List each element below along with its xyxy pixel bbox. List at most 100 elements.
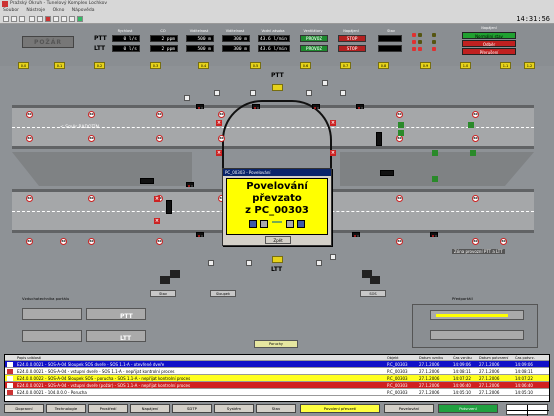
ptt-status-run[interactable]: PROVOZ xyxy=(300,35,328,42)
ltt-speed-sign-b-2[interactable]: 60 xyxy=(88,238,95,245)
traffic-light-0[interactable] xyxy=(196,104,204,109)
km-sign-12[interactable]: 1.2 xyxy=(524,62,535,69)
event-row[interactable]: E24.0.0.0021 - SOS-A-04 - vstupní dveře … xyxy=(5,382,549,389)
ptt-speed-sign-b-3[interactable]: 60 xyxy=(218,135,225,142)
device-icon-1[interactable] xyxy=(214,90,220,96)
ptt-speed-sign-b-0[interactable]: 60 xyxy=(26,135,33,142)
event-row[interactable]: E24.0.0.0021 - SOS-A-04 Sloupek SOS dveř… xyxy=(5,361,549,368)
km-sign-7[interactable]: 0.7 xyxy=(340,62,351,69)
lane-closed-x-1[interactable]: × xyxy=(216,150,222,156)
traffic-light-4[interactable] xyxy=(186,182,194,187)
nav-traffic-button[interactable]: Dopravní xyxy=(4,404,44,413)
tb-list-icon[interactable] xyxy=(53,16,59,22)
device-icon-8[interactable] xyxy=(316,260,322,266)
menu-file[interactable]: Soubor xyxy=(3,8,19,13)
ltt-speed-sign-b-6[interactable]: 60 xyxy=(500,238,507,245)
fan-h-2[interactable] xyxy=(380,170,394,176)
lane-open-arrow-1[interactable] xyxy=(398,130,404,136)
navigator-widget[interactable] xyxy=(506,404,549,416)
menu-help[interactable]: Nápověda xyxy=(72,8,95,13)
device-icon-7[interactable] xyxy=(246,260,252,266)
ptt-speed-sign-b-1[interactable]: 60 xyxy=(88,135,95,142)
event-row[interactable]: E24.0.0.0022 - SOS-A-04 Sloupek SOS - po… xyxy=(5,375,549,382)
km-sign-1[interactable]: 0.1 xyxy=(54,62,65,69)
tb-ok-icon[interactable] xyxy=(77,16,83,22)
allow-takeover-button[interactable]: Povolení převzetí xyxy=(300,404,380,413)
event-row[interactable]: E24.0.0.0021 - 104.0.0.0 - Porucha P.C_00… xyxy=(5,389,549,396)
km-sign-9[interactable]: 0.9 xyxy=(420,62,431,69)
lane-closed-x-0[interactable]: × xyxy=(216,120,222,126)
ltt-speed-sign-b-1[interactable]: 60 xyxy=(60,238,67,245)
zone-label[interactable]: Zóna provozní PTT a LTT xyxy=(452,249,505,254)
km-sign-6[interactable]: 0.6 xyxy=(300,62,311,69)
device-icon-5[interactable] xyxy=(340,90,346,96)
tb-home-icon[interactable] xyxy=(3,16,9,22)
mid-tag-state[interactable]: Stav xyxy=(150,290,176,297)
lane-open-arrow-0[interactable] xyxy=(398,122,404,128)
ptt-speed-sign-b-5[interactable]: 60 xyxy=(472,135,479,142)
traffic-light-3[interactable] xyxy=(356,104,364,109)
camera-box-2[interactable] xyxy=(160,276,170,284)
ltt-speed-sign-4[interactable]: 60 xyxy=(396,195,403,202)
camera-box-0[interactable] xyxy=(170,270,180,278)
device-icon-9[interactable] xyxy=(330,254,336,260)
faults-button[interactable]: Poruchy xyxy=(254,340,298,348)
lane-closed-x-2[interactable]: × xyxy=(154,196,160,202)
nav-technology-button[interactable]: Technologie xyxy=(46,404,86,413)
lane-closed-x-4[interactable]: × xyxy=(330,120,336,126)
device-icon-0[interactable] xyxy=(184,95,190,101)
traffic-light-5[interactable] xyxy=(196,232,204,237)
ltt-speed-sign-5[interactable]: 60 xyxy=(472,195,479,202)
lane-open-arrow-3[interactable] xyxy=(432,176,438,182)
ltt-speed-sign-b-4[interactable]: 60 xyxy=(396,238,403,245)
tb-help-icon[interactable] xyxy=(69,16,75,22)
mid-tag-pillar[interactable]: Sloupek xyxy=(210,290,236,297)
normal-state-indicator[interactable]: Normální stav xyxy=(462,32,516,39)
tb-back-icon[interactable] xyxy=(11,16,17,22)
control-button[interactable]: Povelování xyxy=(384,404,434,413)
fan-ltt-1[interactable] xyxy=(166,200,172,214)
ltt-status-stop[interactable]: STOP xyxy=(338,45,366,52)
ptt-speed-sign-b-2[interactable]: 60 xyxy=(156,135,163,142)
mid-tag-sos[interactable]: SOS xyxy=(360,290,386,297)
nav-environment-button[interactable]: Prostředí xyxy=(88,404,128,413)
ptt-speed-sign-0[interactable]: 60 xyxy=(26,111,33,118)
ltt-speed-sign-b-3[interactable]: 60 xyxy=(156,238,163,245)
traffic-light-7[interactable] xyxy=(430,232,438,237)
km-sign-8[interactable]: 0.8 xyxy=(378,62,389,69)
km-sign-4[interactable]: 0.4 xyxy=(198,62,209,69)
ptt-speed-sign-b-4[interactable]: 60 xyxy=(396,135,403,142)
consumption-indicator[interactable]: Odběr xyxy=(462,40,516,47)
tb-map-icon[interactable] xyxy=(37,16,43,22)
ptt-portal-sign[interactable] xyxy=(272,84,283,91)
ptt-speed-sign-1[interactable]: 60 xyxy=(88,111,95,118)
interruption-indicator[interactable]: Přerušení xyxy=(462,48,516,55)
ltt-status-run[interactable]: PROVOZ xyxy=(300,45,328,52)
tb-settings-icon[interactable] xyxy=(61,16,67,22)
ltt-portal-sign[interactable] xyxy=(272,256,283,263)
device-icon-3[interactable] xyxy=(306,90,312,96)
ltt-speed-sign-0[interactable]: 60 xyxy=(26,195,33,202)
traffic-light-1[interactable] xyxy=(252,104,260,109)
ltt-speed-sign-1[interactable]: 60 xyxy=(88,195,95,202)
traffic-light-6[interactable] xyxy=(352,232,360,237)
km-sign-5[interactable]: 0.5 xyxy=(250,62,261,69)
nav-power-button[interactable]: Napájení xyxy=(130,404,170,413)
lane-open-arrow-2[interactable] xyxy=(432,150,438,156)
ptt-speed-sign-4[interactable]: 60 xyxy=(396,111,403,118)
ltt-speed-sign-b-5[interactable]: 60 xyxy=(472,238,479,245)
tb-alarm-icon[interactable] xyxy=(45,16,51,22)
km-sign-11[interactable]: 1.1 xyxy=(500,62,511,69)
km-sign-2[interactable]: 0.2 xyxy=(94,62,105,69)
ptt-status-stop[interactable]: STOP xyxy=(338,35,366,42)
km-sign-0[interactable]: 0.0 xyxy=(18,62,29,69)
ptt-speed-sign-5[interactable]: 60 xyxy=(472,111,479,118)
tb-forward-icon[interactable] xyxy=(19,16,25,22)
device-icon-2[interactable] xyxy=(250,90,256,96)
traffic-light-2[interactable] xyxy=(312,104,320,109)
nav-sdtp-button[interactable]: SDTP xyxy=(172,404,212,413)
menu-tools[interactable]: Nástroje xyxy=(26,8,45,13)
lane-open-arrow-5[interactable] xyxy=(470,150,476,156)
nav-system-button[interactable]: Systém xyxy=(214,404,254,413)
dialog-back-button[interactable]: Zpět xyxy=(265,236,291,244)
